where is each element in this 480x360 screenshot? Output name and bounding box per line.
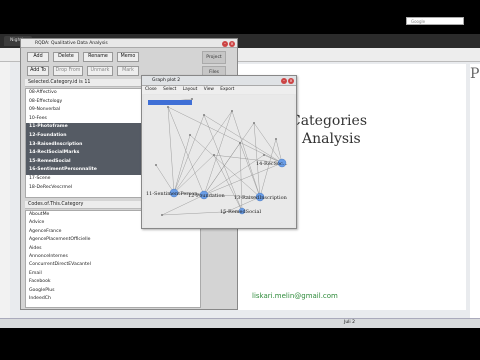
add-to-button[interactable]: Add To [27,66,49,76]
network-graph[interactable]: 14-RecSoc... 13-RaisedInscription 11-Sen… [144,95,294,227]
menu-layout[interactable]: Layout [183,87,198,92]
code-item[interactable]: AgencePlacementOfficielle [26,236,200,244]
taskbar-clock: Juli 2 [344,320,355,325]
highlighted-node-label [148,100,192,105]
add-button[interactable]: Add [27,52,49,62]
graph-title: Graph plot 2 [152,78,181,83]
rename-button[interactable]: Rename [83,52,113,62]
menu-close[interactable]: Close [145,87,157,92]
close-icon[interactable]: × [229,41,235,47]
node-label-15: 15-RemedSocial [220,209,261,215]
graph-titlebar: Graph plot 2 – × [142,76,296,86]
graph-menubar: Close Select Layout View Export [142,86,296,94]
window-title: RQDA: Qualitative Data Analysis [35,41,108,46]
taskbar: Juli 2 [0,318,480,328]
rqda-titlebar: RQDA: Qualitative Data Analysis – × [21,39,237,48]
next-slide-edge [470,64,480,318]
minimize-icon[interactable]: – [222,41,228,47]
close-icon[interactable]: × [288,78,294,84]
mark-button[interactable]: Mark [117,66,139,76]
code-item[interactable]: Aides [26,245,200,253]
slide-email: liskari.melin@gmail.com [252,292,338,300]
search-input[interactable]: Google [406,17,464,25]
slide-title-line1: Categories [290,113,367,129]
category-nodes[interactable] [169,158,287,215]
code-item[interactable]: IndeedCh [26,295,200,303]
code-item[interactable]: AgenceFrance [26,228,200,236]
code-item[interactable]: ConcurrentDirectEVacantel [26,261,200,269]
menu-export[interactable]: Export [220,87,234,92]
code-item[interactable]: AnnonceInternes [26,253,200,261]
node-label-14: 14-RecSoc... [256,161,288,167]
node-label-13: 13-RaisedInscription [234,195,288,201]
delete-button[interactable]: Delete [53,52,79,62]
code-item[interactable]: GooglePlus [26,287,200,295]
bottom-letterbox [0,328,480,360]
graph-window: Graph plot 2 – × Close Select Layout View… [141,75,297,229]
code-item[interactable]: Email [26,270,200,278]
minimize-icon[interactable]: – [281,78,287,84]
next-slide-letter: P [470,66,480,82]
node-label-12: 12-Foundation [188,193,225,199]
tab-project[interactable]: Project [202,51,226,64]
drop-from-button[interactable]: Drop From [53,66,83,76]
code-item[interactable]: Facebook [26,278,200,286]
menu-select[interactable]: Select [163,87,176,92]
browser-sidebar [0,62,10,318]
graph-canvas[interactable]: 14-RecSoc... 13-RaisedInscription 11-Sen… [144,95,294,227]
slide-title-line2: Analysis [302,131,361,147]
menu-view[interactable]: View [204,87,214,92]
memo-button[interactable]: Memo [117,52,139,62]
unmark-button[interactable]: Unmark [87,66,113,76]
